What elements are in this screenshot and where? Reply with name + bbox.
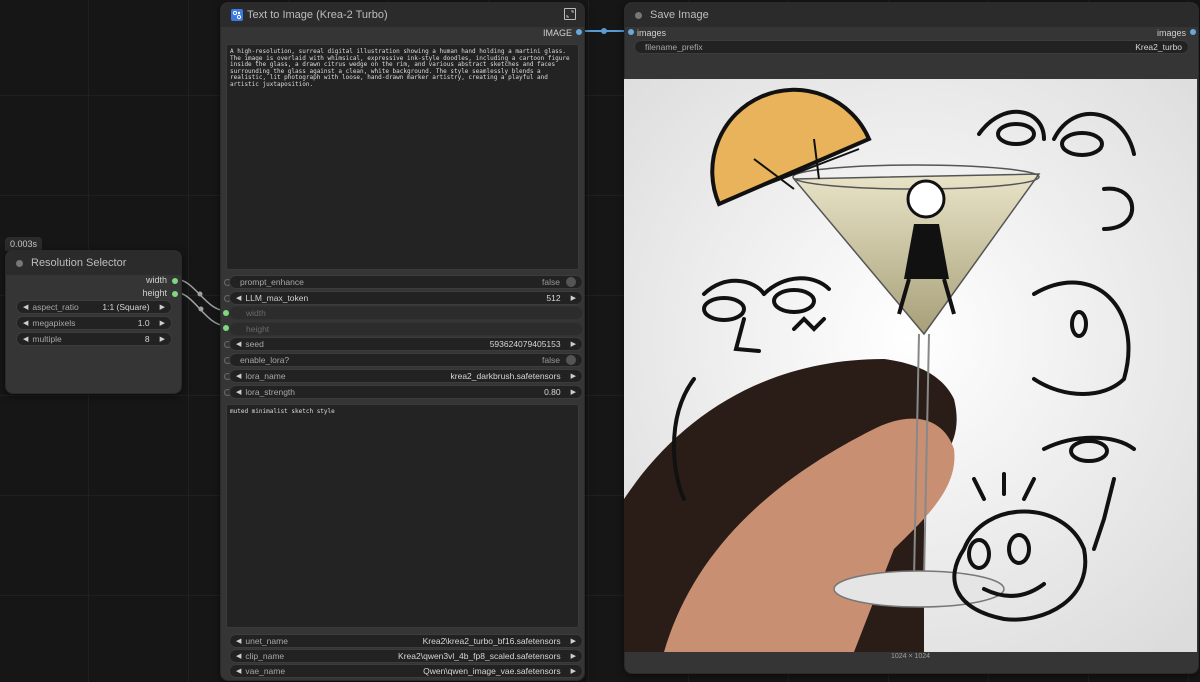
prompt-textarea[interactable]: A high-resolution, surreal digital illus…: [226, 44, 579, 270]
node-title-bar[interactable]: Resolution Selector: [6, 251, 181, 275]
output-height-socket[interactable]: [172, 291, 178, 297]
toggle-switch[interactable]: [566, 355, 576, 366]
output-height-label: height: [142, 288, 167, 298]
input-images-socket[interactable]: [628, 29, 634, 35]
increment-arrow-icon[interactable]: ▶: [571, 340, 576, 348]
input-images-label: images: [637, 28, 667, 38]
output-image-preview[interactable]: [624, 79, 1197, 652]
increment-arrow-icon[interactable]: ▶: [571, 372, 576, 380]
text-to-image-node[interactable]: Text to Image (Krea-2 Turbo) IMAGE A hig…: [220, 2, 585, 681]
collapse-dot-icon[interactable]: [635, 11, 642, 19]
output-images-label: images: [1156, 28, 1186, 38]
decrement-arrow-icon[interactable]: ◀: [236, 388, 241, 396]
decrement-arrow-icon[interactable]: ◀: [236, 340, 241, 348]
widget-vae-name[interactable]: ◀ vae_name Qwen\qwen_image_vae.safetenso…: [229, 664, 583, 678]
output-image-label: IMAGE: [542, 28, 572, 38]
increment-arrow-icon[interactable]: ▶: [571, 667, 576, 675]
increment-arrow-icon[interactable]: ▶: [571, 294, 576, 302]
decrement-arrow-icon[interactable]: ◀: [236, 637, 241, 645]
output-image-socket[interactable]: [576, 29, 582, 35]
widget-megapixels[interactable]: ◀ megapixels 1.0 ▶: [16, 316, 172, 330]
link-width: [175, 278, 227, 312]
image-dimensions-caption: 1024 × 1024: [890, 653, 931, 660]
widget-filename-prefix[interactable]: filename_prefix Krea2_turbo: [634, 40, 1189, 54]
decrement-arrow-icon[interactable]: ◀: [236, 372, 241, 380]
decrement-arrow-icon[interactable]: ◀: [236, 294, 241, 302]
widget-aspect-ratio[interactable]: ◀ aspect_ratio 1:1 (Square) ▶: [16, 300, 172, 314]
style-textarea[interactable]: muted minimalist sketch style: [226, 404, 579, 628]
node-title-bar[interactable]: Text to Image (Krea-2 Turbo): [221, 3, 584, 27]
output-images-socket[interactable]: [1190, 29, 1196, 35]
widget-llm-max-token[interactable]: ◀ LLM_max_token 512 ▶: [229, 291, 583, 305]
widget-clip-name[interactable]: ◀ clip_name Krea2\qwen3vl_4b_fp8_scaled.…: [229, 649, 583, 663]
expand-icon[interactable]: [564, 8, 576, 20]
generated-image: [624, 79, 1197, 652]
decrement-arrow-icon[interactable]: ◀: [236, 652, 241, 660]
increment-arrow-icon[interactable]: ▶: [160, 335, 165, 343]
widget-prompt-enhance[interactable]: prompt_enhance false: [229, 275, 583, 289]
toggle-switch[interactable]: [566, 277, 576, 288]
widget-height-linked: height: [229, 322, 583, 336]
increment-arrow-icon[interactable]: ▶: [571, 388, 576, 396]
increment-arrow-icon[interactable]: ▶: [160, 319, 165, 327]
decrement-arrow-icon[interactable]: ◀: [23, 319, 28, 327]
subgraph-icon: [231, 9, 243, 21]
node-title: Text to Image (Krea-2 Turbo): [247, 9, 388, 21]
node-title: Resolution Selector: [31, 257, 127, 269]
increment-arrow-icon[interactable]: ▶: [571, 652, 576, 660]
link-height: [175, 291, 227, 327]
increment-arrow-icon[interactable]: ▶: [160, 303, 165, 311]
decrement-arrow-icon[interactable]: ◀: [23, 303, 28, 311]
widget-enable-lora[interactable]: enable_lora? false: [229, 353, 583, 367]
widget-lora-name[interactable]: ◀ lora_name krea2_darkbrush.safetensors …: [229, 369, 583, 383]
node-title: Save Image: [650, 9, 709, 21]
widget-lora-strength[interactable]: ◀ lora_strength 0.80 ▶: [229, 385, 583, 399]
decrement-arrow-icon[interactable]: ◀: [236, 667, 241, 675]
output-width-socket[interactable]: [172, 278, 178, 284]
resolution-selector-node[interactable]: Resolution Selector width height ◀ aspec…: [5, 250, 182, 394]
widget-multiple[interactable]: ◀ multiple 8 ▶: [16, 332, 172, 346]
collapse-dot-icon[interactable]: [16, 259, 23, 267]
widget-seed[interactable]: ◀ seed 593624079405153 ▶: [229, 337, 583, 351]
increment-arrow-icon[interactable]: ▶: [571, 637, 576, 645]
widget-width-linked: width: [229, 306, 583, 320]
execution-time-badge: 0.003s: [5, 237, 43, 251]
decrement-arrow-icon[interactable]: ◀: [23, 335, 28, 343]
output-width-label: width: [145, 275, 167, 285]
node-title-bar[interactable]: Save Image: [625, 3, 1198, 27]
widget-unet-name[interactable]: ◀ unet_name Krea2\krea2_turbo_bf16.safet…: [229, 634, 583, 648]
